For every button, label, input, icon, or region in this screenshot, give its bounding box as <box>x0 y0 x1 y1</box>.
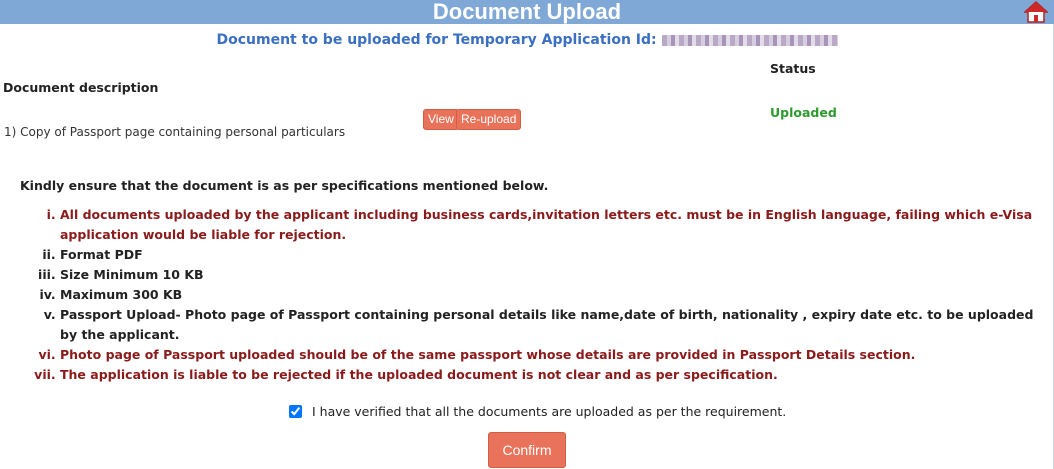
status-column-header: Status <box>770 61 816 76</box>
subtitle-text: Document to be uploaded for Temporary Ap… <box>216 32 657 48</box>
confirm-button[interactable]: Confirm <box>488 432 566 468</box>
home-icon[interactable] <box>1024 1 1048 23</box>
verify-label: I have verified that all the documents a… <box>311 404 787 419</box>
application-subtitle: Document to be uploaded for Temporary Ap… <box>0 32 1054 48</box>
spec-item: All documents uploaded by the applicant … <box>60 205 1046 245</box>
spec-item: Size Minimum 10 KB <box>60 265 1046 285</box>
specifications-notice: Kindly ensure that the document is as pe… <box>20 178 549 193</box>
spec-item: Maximum 300 KB <box>60 285 1046 305</box>
spec-item: Format PDF <box>60 245 1046 265</box>
verify-row[interactable]: I have verified that all the documents a… <box>289 404 786 419</box>
spec-item: Photo page of Passport uploaded should b… <box>60 345 1046 365</box>
reupload-button[interactable]: Re-upload <box>456 109 522 130</box>
view-button[interactable]: View <box>423 109 459 130</box>
page-title: Document Upload <box>432 0 622 24</box>
document-status: Uploaded <box>770 105 837 120</box>
spec-item: Passport Upload- Photo page of Passport … <box>60 305 1046 345</box>
document-name: 1) Copy of Passport page containing pers… <box>4 125 346 139</box>
specifications-list: All documents uploaded by the applicant … <box>0 205 1046 385</box>
page-header: Document Upload <box>0 0 1054 24</box>
spec-item: The application is liable to be rejected… <box>60 365 1046 385</box>
verify-checkbox[interactable] <box>289 405 302 418</box>
redacted-application-id <box>661 34 838 46</box>
document-description-header: Document description <box>3 80 159 95</box>
